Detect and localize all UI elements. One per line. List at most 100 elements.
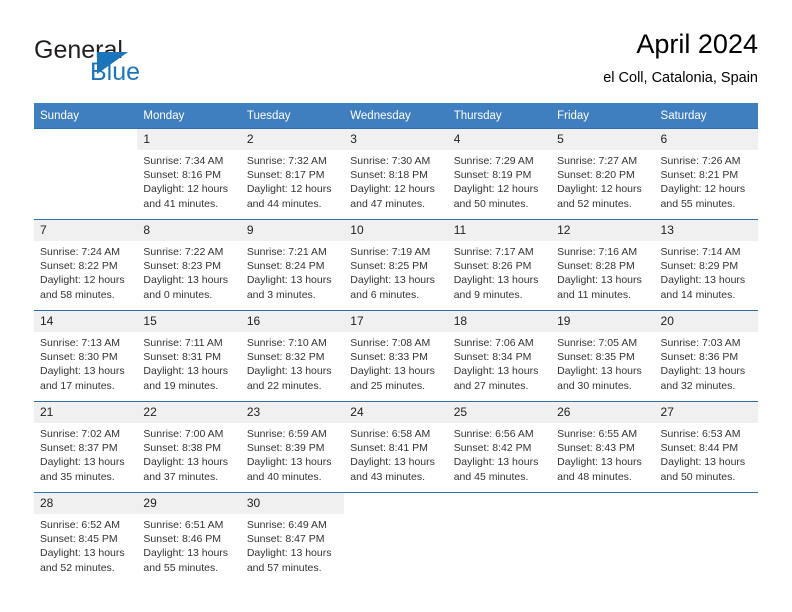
day-detail-line: Daylight: 12 hours — [660, 183, 746, 196]
day-detail-line: Daylight: 13 hours — [246, 274, 332, 287]
day-detail-line: Daylight: 13 hours — [557, 365, 642, 378]
day-number: 25 — [447, 402, 552, 423]
day-details: Sunrise: 6:49 AM Sunset: 8:47 PM Daylight:… — [241, 514, 344, 575]
day-detail-line: and 45 minutes. — [453, 470, 529, 483]
calendar-day-cell[interactable]: 2 Sunrise: 7:32 AM Sunset: 8:17 PM Daylight… — [240, 128, 345, 220]
calendar-day-cell[interactable]: 14 Sunrise: 7:13 AM Sunset: 8:30 PM Dayligh… — [34, 310, 138, 402]
calendar-day-cell[interactable]: 24 Sunrise: 6:58 AM Sunset: 8:41 PM Dayligh… — [344, 401, 448, 493]
day-detail-line: Sunset: 8:45 PM — [40, 533, 118, 546]
day-detail-line: and 48 minutes. — [557, 470, 632, 483]
calendar-day-cell[interactable]: 25 Sunrise: 6:56 AM Sunset: 8:42 PM Dayligh… — [447, 401, 552, 493]
day-detail-line: Sunrise: 7:26 AM — [660, 155, 741, 167]
calendar-day-cell[interactable]: 4 Sunrise: 7:29 AM Sunset: 8:19 PM Daylight… — [447, 128, 552, 220]
weekday-header-friday: Friday — [551, 103, 655, 129]
day-detail-line: Sunrise: 6:51 AM — [143, 519, 224, 531]
day-number: 5 — [551, 129, 655, 150]
calendar-day-cell[interactable]: 18 Sunrise: 7:06 AM Sunset: 8:34 PM Dayligh… — [447, 310, 552, 402]
calendar-day-cell[interactable]: 1 Sunrise: 7:34 AM Sunset: 8:16 PM Daylight… — [137, 128, 241, 220]
day-detail-line: Sunset: 8:30 PM — [40, 351, 118, 364]
day-number: 20 — [654, 311, 758, 332]
calendar-day-cell[interactable]: 26 Sunrise: 6:55 AM Sunset: 8:43 PM Dayligh… — [551, 401, 655, 493]
calendar-day-cell[interactable]: 28 Sunrise: 6:52 AM Sunset: 8:45 PM Dayligh… — [34, 492, 138, 579]
day-details — [551, 514, 654, 518]
day-number: 16 — [240, 311, 345, 332]
day-detail-line: Daylight: 13 hours — [350, 274, 435, 287]
calendar-day-cell[interactable]: 13 Sunrise: 7:14 AM Sunset: 8:29 PM Dayligh… — [654, 219, 758, 311]
day-detail-line: Daylight: 13 hours — [453, 365, 539, 378]
day-detail-line: and 14 minutes. — [660, 288, 736, 301]
day-detail-line: Sunset: 8:22 PM — [40, 260, 118, 273]
calendar-day-cell[interactable]: 8 Sunrise: 7:22 AM Sunset: 8:23 PM Daylight… — [137, 219, 241, 311]
day-details: Sunrise: 6:51 AM Sunset: 8:46 PM Daylight:… — [137, 514, 240, 575]
day-details: Sunrise: 6:52 AM Sunset: 8:45 PM Daylight:… — [34, 514, 137, 575]
day-number: 9 — [240, 220, 345, 241]
day-detail-line: Sunrise: 7:27 AM — [557, 155, 638, 167]
weekday-header-thursday: Thursday — [447, 103, 552, 129]
calendar-cell-empty — [344, 492, 448, 579]
weekday-header-sunday: Sunday — [34, 103, 138, 129]
day-detail-line: and 11 minutes. — [557, 288, 632, 301]
calendar-day-cell[interactable]: 5 Sunrise: 7:27 AM Sunset: 8:20 PM Daylight… — [551, 128, 655, 220]
calendar-day-cell[interactable]: 11 Sunrise: 7:17 AM Sunset: 8:26 PM Dayligh… — [447, 219, 552, 311]
day-details: Sunrise: 7:06 AM Sunset: 8:34 PM Daylight:… — [448, 332, 551, 393]
day-detail-line: Sunset: 8:33 PM — [350, 351, 428, 364]
day-detail-line: and 25 minutes. — [350, 379, 425, 392]
day-detail-line: Daylight: 13 hours — [246, 365, 332, 378]
day-detail-line: and 27 minutes. — [453, 379, 529, 392]
calendar-day-cell[interactable]: 12 Sunrise: 7:16 AM Sunset: 8:28 PM Dayligh… — [551, 219, 655, 311]
day-details: Sunrise: 6:55 AM Sunset: 8:43 PM Daylight:… — [551, 423, 654, 484]
day-details: Sunrise: 6:53 AM Sunset: 8:44 PM Daylight:… — [655, 423, 758, 484]
day-detail-line: Daylight: 12 hours — [246, 183, 332, 196]
calendar-day-cell[interactable]: 9 Sunrise: 7:21 AM Sunset: 8:24 PM Daylight… — [240, 219, 345, 311]
general-blue-logo[interactable]: General Blue — [34, 36, 294, 92]
day-details: Sunrise: 7:32 AM Sunset: 8:17 PM Daylight:… — [241, 150, 344, 211]
day-number: 17 — [344, 311, 448, 332]
day-details — [34, 150, 137, 154]
calendar-cell-empty — [34, 128, 138, 220]
weekday-header-wednesday: Wednesday — [344, 103, 448, 129]
day-detail-line: Daylight: 13 hours — [143, 274, 229, 287]
calendar-day-cell[interactable]: 27 Sunrise: 6:53 AM Sunset: 8:44 PM Dayligh… — [654, 401, 758, 493]
calendar-day-cell[interactable]: 19 Sunrise: 7:05 AM Sunset: 8:35 PM Dayligh… — [551, 310, 655, 402]
day-number: 29 — [137, 493, 241, 514]
day-details: Sunrise: 7:17 AM Sunset: 8:26 PM Daylight:… — [448, 241, 551, 302]
day-detail-line: Daylight: 13 hours — [40, 365, 125, 378]
day-details: Sunrise: 7:11 AM Sunset: 8:31 PM Daylight:… — [137, 332, 240, 393]
day-detail-line: and 41 minutes. — [143, 197, 219, 210]
day-detail-line: Daylight: 13 hours — [143, 456, 229, 469]
day-detail-line: and 50 minutes. — [453, 197, 529, 210]
day-detail-line: Daylight: 13 hours — [660, 365, 746, 378]
day-details: Sunrise: 7:22 AM Sunset: 8:23 PM Daylight:… — [137, 241, 240, 302]
calendar-day-cell[interactable]: 3 Sunrise: 7:30 AM Sunset: 8:18 PM Daylight… — [344, 128, 448, 220]
day-detail-line: and 58 minutes. — [40, 288, 115, 301]
day-number: 23 — [240, 402, 345, 423]
day-number: 21 — [34, 402, 138, 423]
calendar-day-cell[interactable]: 7 Sunrise: 7:24 AM Sunset: 8:22 PM Daylight… — [34, 219, 138, 311]
day-number: 1 — [137, 129, 241, 150]
calendar-day-cell[interactable]: 23 Sunrise: 6:59 AM Sunset: 8:39 PM Dayligh… — [240, 401, 345, 493]
calendar-day-cell[interactable]: 15 Sunrise: 7:11 AM Sunset: 8:31 PM Dayligh… — [137, 310, 241, 402]
day-detail-line: and 30 minutes. — [557, 379, 632, 392]
day-detail-line: and 52 minutes. — [557, 197, 632, 210]
day-detail-line: Sunrise: 7:24 AM — [40, 246, 120, 258]
calendar-day-cell[interactable]: 22 Sunrise: 7:00 AM Sunset: 8:38 PM Dayligh… — [137, 401, 241, 493]
day-number: 13 — [654, 220, 758, 241]
calendar-day-cell[interactable]: 10 Sunrise: 7:19 AM Sunset: 8:25 PM Dayligh… — [344, 219, 448, 311]
calendar-week-row: 1 Sunrise: 7:34 AM Sunset: 8:16 PM Daylight… — [34, 128, 758, 220]
calendar-day-cell[interactable]: 29 Sunrise: 6:51 AM Sunset: 8:46 PM Dayligh… — [137, 492, 241, 579]
day-detail-line: Sunrise: 6:55 AM — [557, 428, 638, 440]
calendar-day-cell[interactable]: 21 Sunrise: 7:02 AM Sunset: 8:37 PM Dayligh… — [34, 401, 138, 493]
day-details: Sunrise: 7:02 AM Sunset: 8:37 PM Daylight:… — [34, 423, 137, 484]
calendar-day-cell[interactable]: 17 Sunrise: 7:08 AM Sunset: 8:33 PM Dayligh… — [344, 310, 448, 402]
day-detail-line: Sunset: 8:34 PM — [453, 351, 532, 364]
day-detail-line: Sunrise: 7:10 AM — [246, 337, 327, 349]
calendar-day-cell[interactable]: 16 Sunrise: 7:10 AM Sunset: 8:32 PM Dayligh… — [240, 310, 345, 402]
day-details: Sunrise: 7:21 AM Sunset: 8:24 PM Daylight:… — [241, 241, 344, 302]
calendar-day-cell[interactable]: 6 Sunrise: 7:26 AM Sunset: 8:21 PM Daylight… — [654, 128, 758, 220]
calendar-day-cell[interactable]: 20 Sunrise: 7:03 AM Sunset: 8:36 PM Dayligh… — [654, 310, 758, 402]
day-detail-line: Sunset: 8:23 PM — [143, 260, 222, 273]
day-detail-line: Sunrise: 7:00 AM — [143, 428, 224, 440]
calendar-day-cell[interactable]: 30 Sunrise: 6:49 AM Sunset: 8:47 PM Dayligh… — [240, 492, 345, 579]
day-detail-line: and 55 minutes. — [660, 197, 736, 210]
weekday-header-saturday: Saturday — [654, 103, 758, 129]
